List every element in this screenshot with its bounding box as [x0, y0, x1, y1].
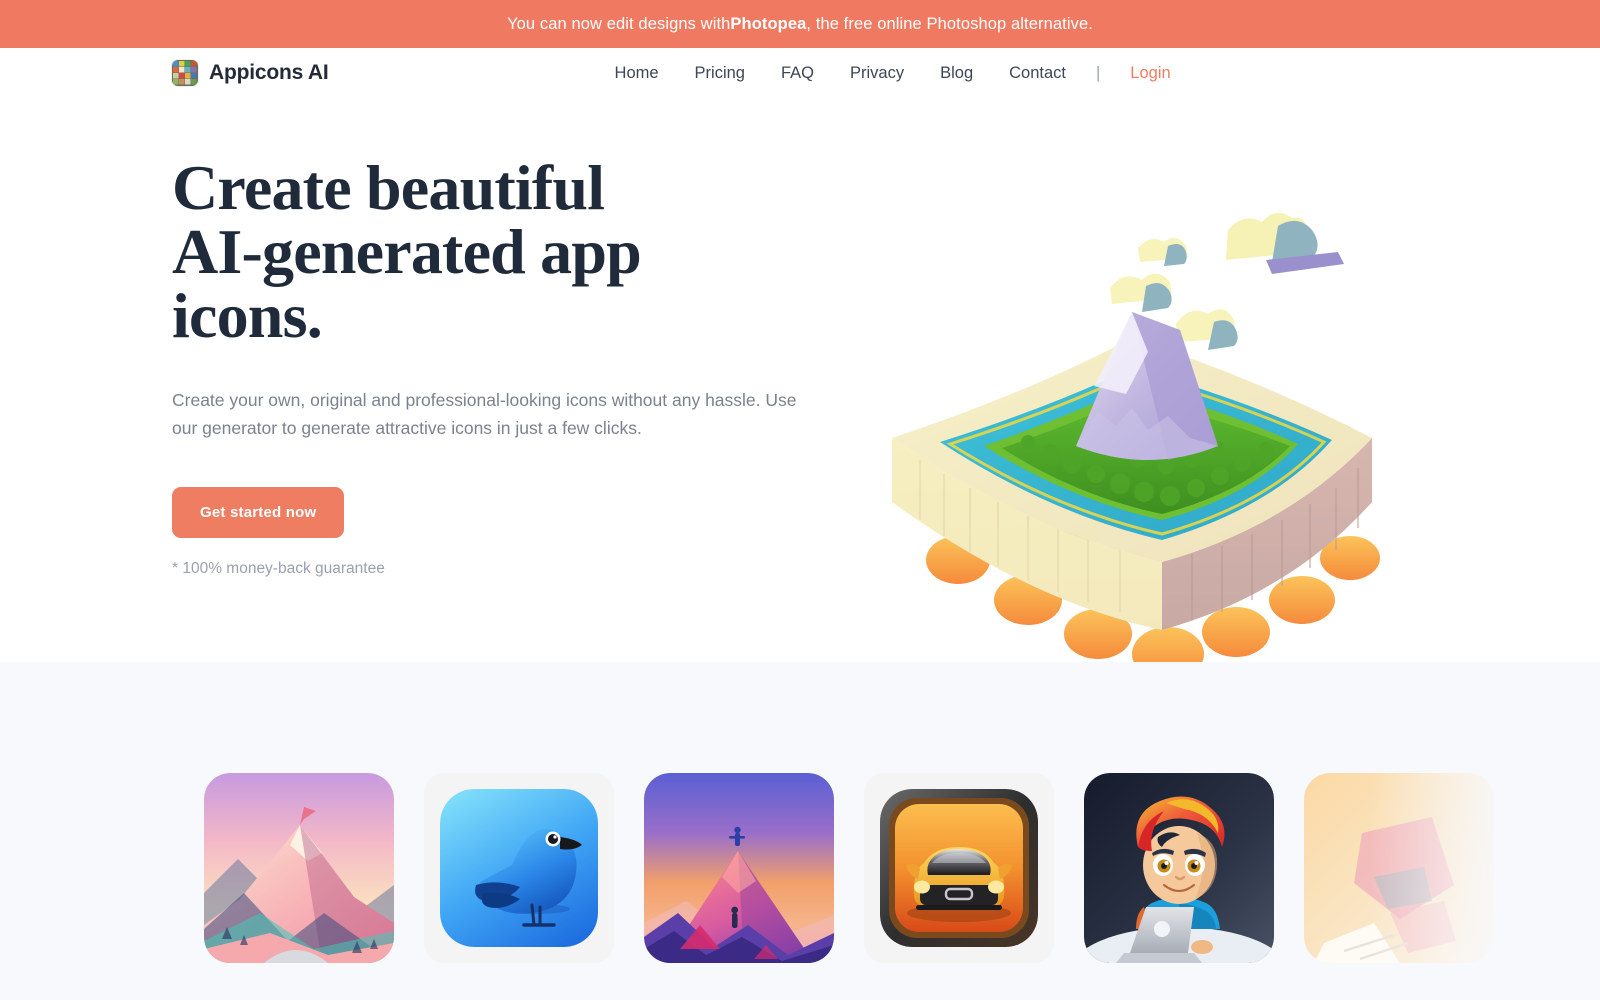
nav-item-contact[interactable]: Contact — [991, 58, 1084, 89]
nav-item-privacy[interactable]: Privacy — [832, 58, 922, 89]
nav-item-login[interactable]: Login — [1112, 58, 1188, 89]
nav-item-home[interactable]: Home — [597, 58, 677, 89]
announcement-banner: You can now edit designs with Photopea, … — [0, 0, 1600, 48]
hero-title-line-1: Create beautiful — [172, 152, 605, 223]
banner-photopea-link[interactable]: Photopea — [730, 15, 806, 34]
yellow-sports-car-icon[interactable] — [864, 773, 1054, 963]
nav-item-blog[interactable]: Blog — [922, 58, 991, 89]
isometric-volcano-island-illustration — [880, 202, 1380, 662]
app-grid-icon — [172, 60, 198, 86]
icon-gallery-row — [204, 773, 1494, 963]
main-nav: Home Pricing FAQ Privacy Blog Contact | … — [597, 58, 1189, 89]
banner-text-after: , the free online Photoshop alternative. — [806, 14, 1093, 33]
brand-name: Appicons AI — [209, 61, 329, 84]
hero-subtitle: Create your own, original and profession… — [172, 390, 797, 439]
hero-title-line-2: AI-generated app — [172, 216, 642, 287]
hero-title-line-3: icons. — [172, 280, 323, 351]
nav-separator: | — [1096, 63, 1101, 82]
summit-climber-icon[interactable] — [644, 773, 834, 963]
get-started-button[interactable]: Get started now — [172, 486, 345, 538]
pastel-mountain-landscape-icon[interactable] — [204, 773, 394, 963]
brand-logo-link[interactable]: Appicons AI — [172, 60, 329, 86]
cloud-shape — [1176, 309, 1238, 350]
hero-copy: Create beautiful AI-generated app icons.… — [172, 156, 832, 578]
icon-gallery-section — [0, 662, 1600, 1000]
cloud-shape — [1226, 212, 1344, 274]
blue-bird-icon[interactable] — [424, 773, 614, 963]
banner-text-before: You can now edit designs with — [507, 14, 731, 33]
nav-item-faq[interactable]: FAQ — [763, 58, 832, 89]
hero-section: Create beautiful AI-generated app icons.… — [0, 98, 1600, 662]
volcano-smoke — [1110, 237, 1188, 312]
money-back-guarantee-note: * 100% money-back guarantee — [172, 559, 385, 577]
cream-abstract-icon[interactable] — [1304, 773, 1494, 963]
page-title: Create beautiful AI-generated app icons. — [172, 156, 832, 348]
turban-boy-laptop-icon[interactable] — [1084, 773, 1274, 963]
site-header: Appicons AI Home Pricing FAQ Privacy Blo… — [0, 48, 1600, 98]
nav-item-pricing[interactable]: Pricing — [677, 58, 763, 89]
